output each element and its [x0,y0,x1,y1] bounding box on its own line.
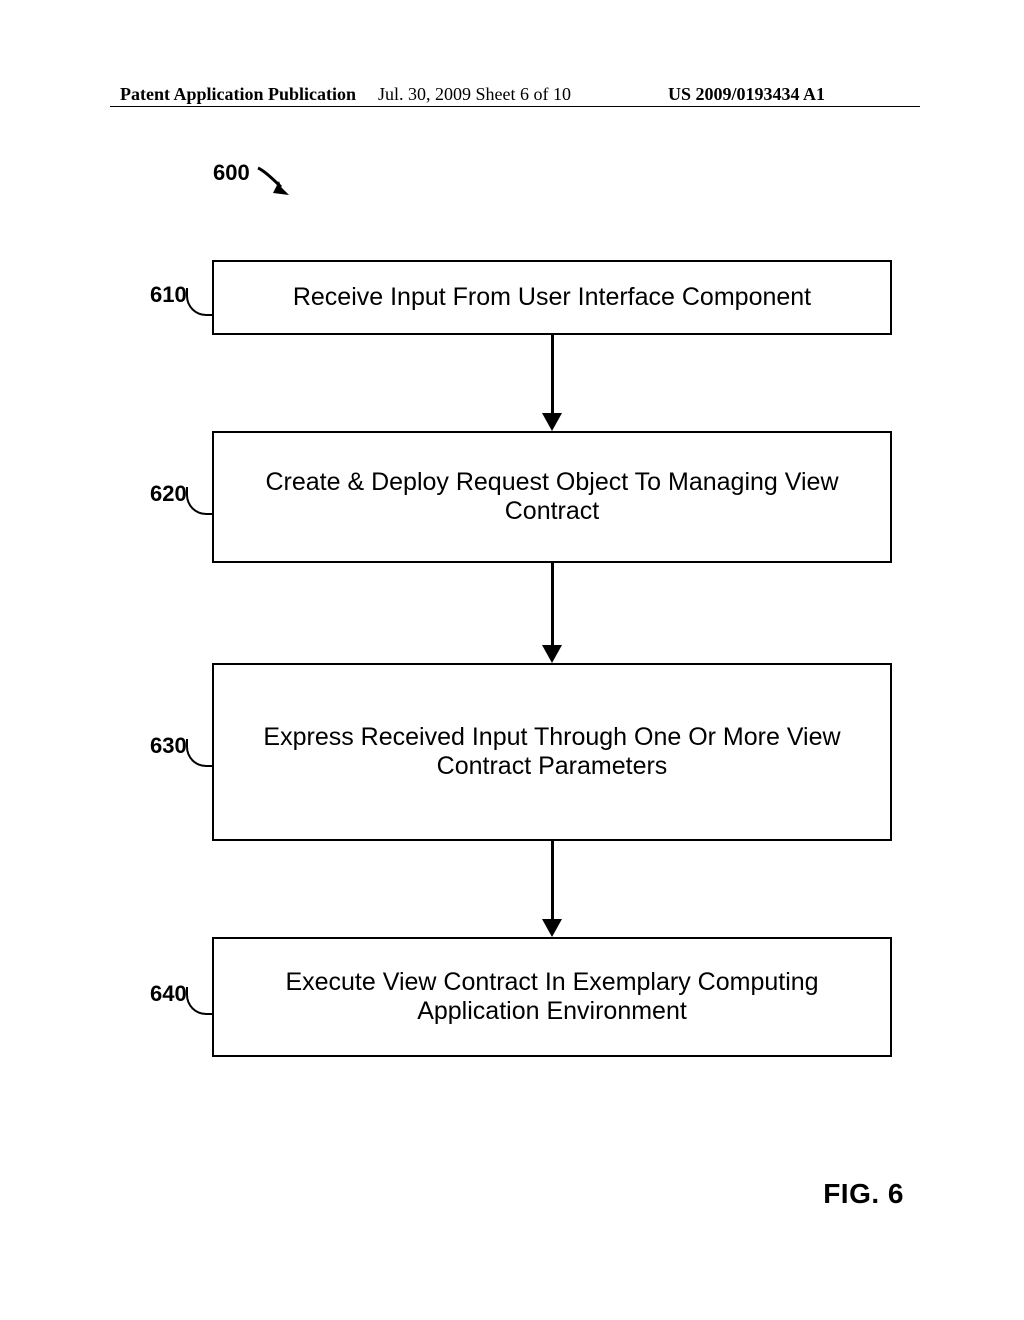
step-label: 620 [150,481,187,507]
step-box: Execute View Contract In Exemplary Compu… [212,937,892,1057]
diagram-number-label: 600 [213,160,250,186]
flowchart: 610 Receive Input From User Interface Co… [156,260,891,1057]
label-connector-icon [186,288,214,316]
label-connector-icon [186,487,214,515]
header-divider [110,106,920,107]
flow-arrow [156,335,891,431]
step-label: 640 [150,981,187,1007]
step-label: 630 [150,733,187,759]
header-center-text: Jul. 30, 2009 Sheet 6 of 10 [378,84,571,105]
step-box: Receive Input From User Interface Compon… [212,260,892,335]
label-connector-icon [186,739,214,767]
flow-step-620: 620 Create & Deploy Request Object To Ma… [156,431,891,563]
step-text: Receive Input From User Interface Compon… [293,283,811,312]
step-text: Express Received Input Through One Or Mo… [238,723,866,781]
figure-caption: FIG. 6 [823,1178,904,1210]
flow-step-640: 640 Execute View Contract In Exemplary C… [156,937,891,1057]
step-text: Execute View Contract In Exemplary Compu… [238,968,866,1026]
diagram-pointer-arrow-icon [253,163,303,213]
header-left-text: Patent Application Publication [120,84,356,105]
step-box: Express Received Input Through One Or Mo… [212,663,892,841]
flow-step-610: 610 Receive Input From User Interface Co… [156,260,891,335]
flow-arrow [156,563,891,663]
header-right-text: US 2009/0193434 A1 [668,84,825,105]
flow-arrow [156,841,891,937]
step-text: Create & Deploy Request Object To Managi… [238,468,866,526]
label-connector-icon [186,987,214,1015]
step-label: 610 [150,282,187,308]
flow-step-630: 630 Express Received Input Through One O… [156,663,891,841]
step-box: Create & Deploy Request Object To Managi… [212,431,892,563]
